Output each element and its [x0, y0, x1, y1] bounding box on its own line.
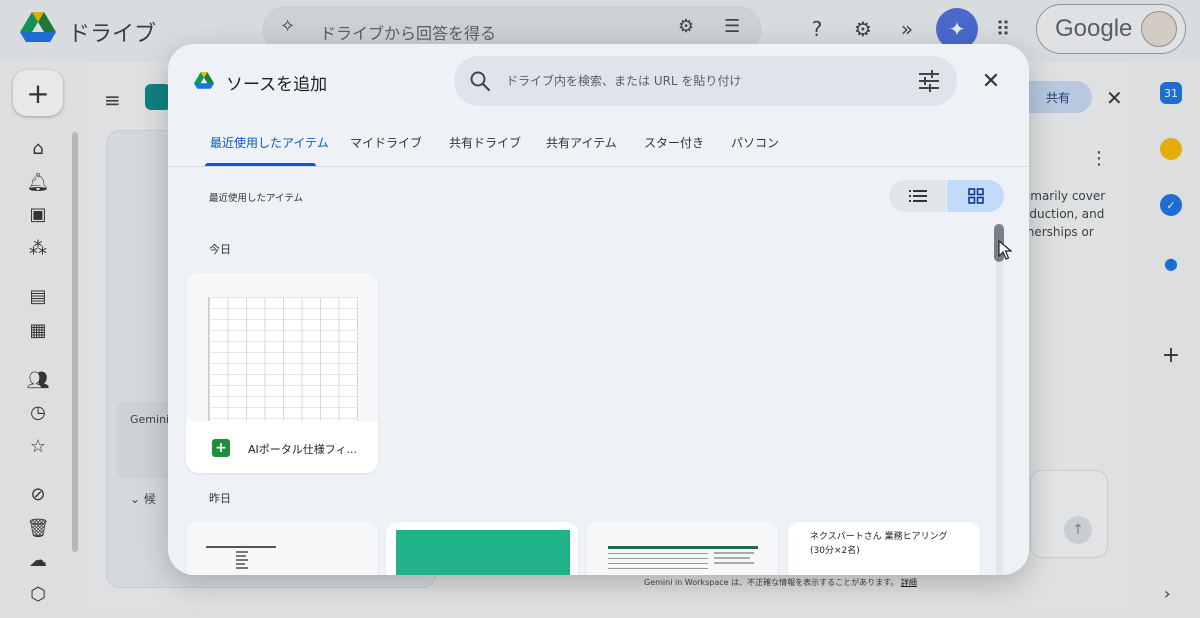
tab-computers[interactable]: パソコン — [731, 134, 779, 151]
tab-recent[interactable]: 最近使用したアイテム — [210, 134, 329, 151]
dialog-search-bar[interactable] — [454, 56, 957, 106]
file-browser: 最近使用したアイテム 今日 + AIポータル仕様フィ... 昨日 ネクスパートさ… — [168, 168, 1029, 575]
dialog-scrollbar-track[interactable] — [996, 224, 1003, 575]
tab-shared-with-me[interactable]: 共有アイテム — [546, 134, 617, 151]
group-label-yesterday: 昨日 — [209, 492, 231, 505]
source-tabs: 最近使用したアイテム マイドライブ 共有ドライブ 共有アイテム スター付き パソ… — [168, 122, 1029, 167]
mouse-cursor-icon — [998, 240, 1012, 260]
sheets-icon: + — [212, 439, 230, 457]
file-card[interactable]: ネクスパートさん 業務ヒアリング(30分×2名) — [788, 522, 980, 575]
document-preview-text: ネクスパートさん 業務ヒアリング(30分×2名) — [810, 532, 948, 556]
file-name: AIポータル仕様フィ... — [248, 443, 358, 456]
file-card[interactable] — [586, 522, 778, 575]
grid-icon — [967, 188, 984, 204]
grid-view-button[interactable] — [947, 180, 1004, 212]
file-thumbnail — [186, 522, 378, 575]
view-toggle — [889, 180, 1004, 212]
spreadsheet-preview — [608, 546, 758, 569]
file-thumbnail — [386, 522, 578, 575]
close-icon[interactable]: ✕ — [976, 66, 1006, 96]
green-cover-preview — [396, 530, 570, 575]
filter-icon[interactable] — [916, 68, 942, 94]
drive-logo — [194, 72, 214, 89]
file-card[interactable]: + AIポータル仕様フィ... — [186, 273, 378, 473]
list-icon — [908, 190, 927, 202]
search-icon[interactable] — [468, 69, 492, 93]
section-label: 最近使用したアイテム — [209, 193, 304, 204]
tab-starred[interactable]: スター付き — [644, 134, 704, 151]
file-card[interactable] — [186, 522, 378, 575]
file-thumbnail: ネクスパートさん 業務ヒアリング(30分×2名) — [788, 522, 980, 575]
spreadsheet-preview — [208, 297, 358, 421]
dialog-title: ソースを追加 — [226, 75, 328, 95]
file-card[interactable] — [386, 522, 578, 575]
active-tab-indicator — [205, 163, 316, 166]
list-view-button[interactable] — [889, 180, 946, 212]
file-name-row: + AIポータル仕様フィ... — [186, 425, 378, 471]
file-thumbnail — [186, 273, 378, 421]
file-thumbnail — [586, 522, 778, 575]
tab-shared-drives[interactable]: 共有ドライブ — [449, 134, 521, 151]
dialog-search-input[interactable] — [506, 69, 906, 93]
group-label-today: 今日 — [209, 243, 231, 256]
document-preview — [206, 546, 276, 569]
add-source-dialog: ソースを追加 ✕ 最近使用したアイテム マイドライブ 共有ドライブ 共有アイテム… — [168, 44, 1029, 575]
tab-my-drive[interactable]: マイドライブ — [350, 134, 422, 151]
